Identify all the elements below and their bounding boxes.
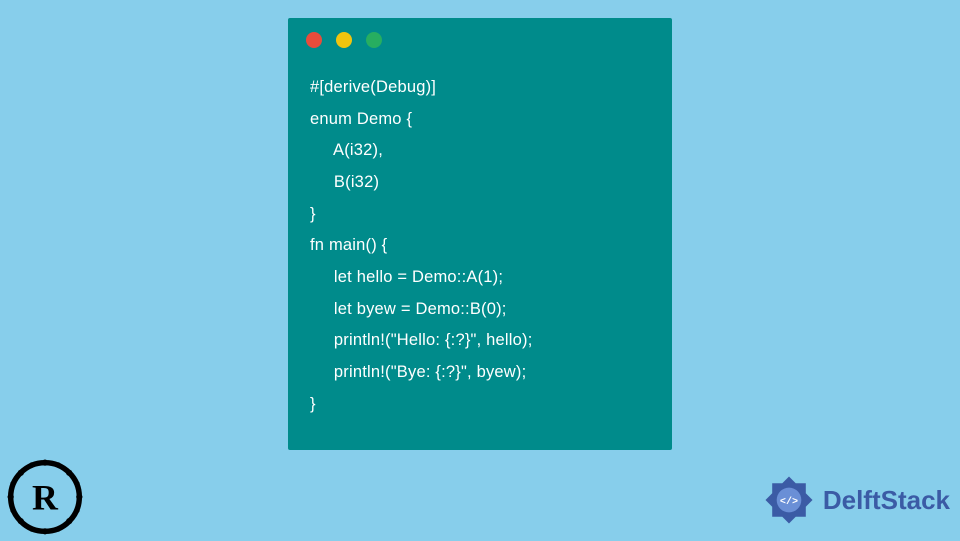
rust-logo-icon: R bbox=[6, 458, 84, 536]
window-titlebar bbox=[288, 18, 672, 56]
minimize-icon[interactable] bbox=[336, 32, 352, 48]
svg-text:</>: </> bbox=[780, 496, 798, 508]
close-icon[interactable] bbox=[306, 32, 322, 48]
code-window: #[derive(Debug)] enum Demo { A(i32), B(i… bbox=[288, 18, 672, 450]
delftstack-brand: </> DelftStack bbox=[761, 472, 950, 528]
code-block: #[derive(Debug)] enum Demo { A(i32), B(i… bbox=[288, 56, 672, 420]
maximize-icon[interactable] bbox=[366, 32, 382, 48]
delftstack-badge-icon: </> bbox=[761, 472, 817, 528]
svg-text:R: R bbox=[32, 477, 59, 517]
delftstack-name: DelftStack bbox=[823, 485, 950, 516]
